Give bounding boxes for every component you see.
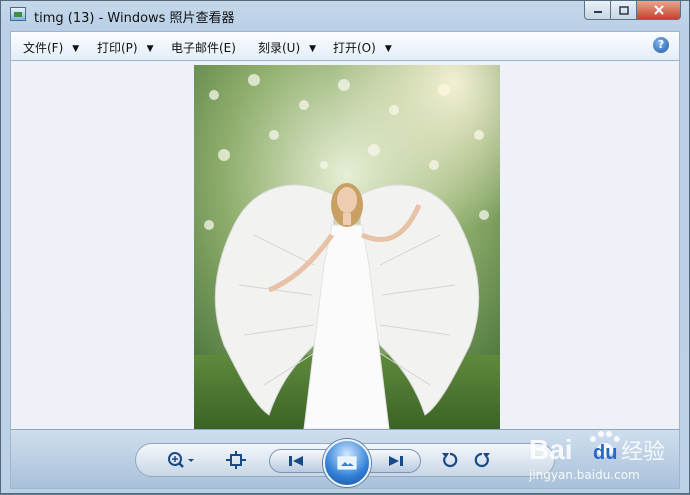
rotate-counterclockwise-button[interactable] [437,448,461,472]
slideshow-button[interactable] [323,439,371,487]
app-icon [10,7,26,21]
next-button[interactable] [383,450,409,472]
menu-email[interactable]: 电子邮件(E) [171,39,236,56]
actual-size-button[interactable] [223,448,249,472]
previous-button[interactable] [283,450,309,472]
menu-bar: 文件(F) ▼ 打印(P) ▼ 电子邮件(E) 刻录(U) ▼ 打开(O) ▼ ? [10,31,680,61]
rotate-clockwise-icon [474,452,490,468]
menu-email-label: 电子邮件(E) [171,41,236,55]
chevron-down-icon: ▼ [384,44,392,54]
menu-open-label: 打开(O) [333,41,376,55]
chevron-down-icon: ▼ [309,44,317,54]
baidu-watermark: Bai du 经验 jingyan.baidu.com [528,431,665,482]
chevron-down-icon: ▼ [146,44,154,54]
menu-file[interactable]: 文件(F) ▼ [23,39,79,56]
help-icon[interactable]: ? [653,37,669,53]
window-title: timg (13) - Windows 照片查看器 [34,11,235,26]
menu-file-label: 文件(F) [23,41,64,55]
chevron-down-icon: ▼ [72,44,80,54]
slideshow-icon [337,456,357,470]
menu-burn-label: 刻录(U) [258,41,301,55]
minimize-button[interactable] [584,1,611,20]
previous-icon [289,456,303,466]
maximize-icon [618,5,629,15]
caption-buttons [584,1,681,21]
svg-text:du: du [593,442,617,464]
photo-viewer-window: timg (13) - Windows 照片查看器 文件(F) ▼ 打印(P) ▼ … [0,0,690,494]
image-viewport[interactable] [10,61,680,429]
menu-burn[interactable]: 刻录(U) ▼ [258,39,316,56]
minimize-icon [593,11,602,13]
maximize-button[interactable] [611,1,637,20]
next-icon [389,456,403,466]
menu-print[interactable]: 打印(P) ▼ [97,39,154,56]
zoom-icon [168,452,194,468]
zoom-button[interactable] [161,448,201,472]
close-button[interactable] [637,1,681,20]
title-bar[interactable]: timg (13) - Windows 照片查看器 [1,1,689,29]
svg-text:经验: 经验 [621,440,665,465]
close-icon [653,5,664,15]
displayed-photo [194,65,500,429]
rotate-clockwise-button[interactable] [471,448,495,472]
menu-open[interactable]: 打开(O) ▼ [333,39,392,56]
svg-text:Bai: Bai [529,434,573,465]
fit-window-icon [226,451,246,469]
rotate-counterclockwise-icon [442,452,458,468]
menu-print-label: 打印(P) [97,41,138,55]
svg-text:jingyan.baidu.com: jingyan.baidu.com [528,468,640,482]
